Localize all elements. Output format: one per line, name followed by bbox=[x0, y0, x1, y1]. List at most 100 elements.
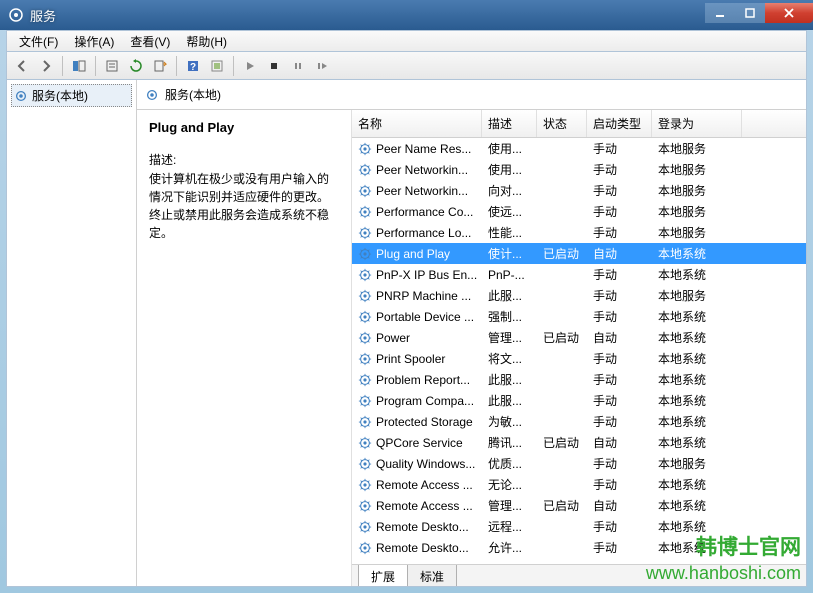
cell-desc: 管理... bbox=[482, 329, 537, 346]
cell-desc: 使计... bbox=[482, 245, 537, 262]
tab-standard[interactable]: 标准 bbox=[407, 565, 457, 586]
cell-desc: 将文... bbox=[482, 350, 537, 367]
restart-button[interactable] bbox=[311, 55, 333, 77]
table-row[interactable]: QPCore Service腾讯...已启动自动本地系统 bbox=[352, 432, 806, 453]
table-row[interactable]: Performance Co...使远...手动本地服务 bbox=[352, 201, 806, 222]
stop-button[interactable] bbox=[263, 55, 285, 77]
export-button[interactable] bbox=[149, 55, 171, 77]
table-row[interactable]: Problem Report...此服...手动本地系统 bbox=[352, 369, 806, 390]
window-title: 服务 bbox=[30, 6, 705, 25]
cell-startup: 手动 bbox=[587, 140, 652, 157]
cell-startup: 手动 bbox=[587, 539, 652, 556]
forward-button[interactable] bbox=[35, 55, 57, 77]
table-row[interactable]: Peer Networkin...使用...手动本地服务 bbox=[352, 159, 806, 180]
table-row[interactable]: PnP-X IP Bus En...PnP-...手动本地系统 bbox=[352, 264, 806, 285]
cell-logon: 本地服务 bbox=[652, 224, 742, 241]
col-logon[interactable]: 登录为 bbox=[652, 110, 742, 137]
cell-desc: 此服... bbox=[482, 371, 537, 388]
cell-desc: 允许... bbox=[482, 539, 537, 556]
service-icon bbox=[358, 310, 372, 324]
services-header-icon bbox=[145, 88, 159, 102]
cell-startup: 自动 bbox=[587, 329, 652, 346]
cell-startup: 手动 bbox=[587, 203, 652, 220]
table-row[interactable]: Peer Networkin...向对...手动本地服务 bbox=[352, 180, 806, 201]
table-row[interactable]: Peer Name Res...使用...手动本地服务 bbox=[352, 138, 806, 159]
cell-name: Quality Windows... bbox=[352, 457, 482, 471]
cell-logon: 本地系统 bbox=[652, 245, 742, 262]
cell-name: Remote Access ... bbox=[352, 478, 482, 492]
cell-name: Program Compa... bbox=[352, 394, 482, 408]
list-rows[interactable]: Peer Name Res...使用...手动本地服务Peer Networki… bbox=[352, 138, 806, 564]
menu-file[interactable]: 文件(F) bbox=[11, 30, 66, 53]
table-row[interactable]: Remote Access ...管理...已启动自动本地系统 bbox=[352, 495, 806, 516]
col-status[interactable]: 状态 bbox=[537, 110, 587, 137]
tab-extended[interactable]: 扩展 bbox=[358, 565, 408, 586]
filter-button[interactable] bbox=[206, 55, 228, 77]
col-name[interactable]: 名称 bbox=[352, 110, 482, 137]
table-row[interactable]: Plug and Play使计...已启动自动本地系统 bbox=[352, 243, 806, 264]
pause-button[interactable] bbox=[287, 55, 309, 77]
service-icon bbox=[358, 394, 372, 408]
desc-label: 描述: bbox=[149, 151, 339, 168]
table-row[interactable]: Print Spooler将文...手动本地系统 bbox=[352, 348, 806, 369]
refresh-button[interactable] bbox=[125, 55, 147, 77]
tree-root-label: 服务(本地) bbox=[32, 87, 88, 104]
cell-logon: 本地系统 bbox=[652, 539, 742, 556]
table-row[interactable]: Performance Lo...性能...手动本地服务 bbox=[352, 222, 806, 243]
col-startup[interactable]: 启动类型 bbox=[587, 110, 652, 137]
cell-logon: 本地系统 bbox=[652, 371, 742, 388]
table-row[interactable]: Remote Deskto...允许... 手动本地系统 bbox=[352, 537, 806, 558]
service-icon bbox=[358, 205, 372, 219]
table-row[interactable]: Quality Windows...优质...手动本地服务 bbox=[352, 453, 806, 474]
services-icon bbox=[8, 7, 24, 23]
service-icon bbox=[358, 499, 372, 513]
cell-desc: 使用... bbox=[482, 161, 537, 178]
cell-logon: 本地系统 bbox=[652, 308, 742, 325]
cell-startup: 手动 bbox=[587, 287, 652, 304]
help-button[interactable]: ? bbox=[182, 55, 204, 77]
properties-button[interactable] bbox=[101, 55, 123, 77]
table-row[interactable]: PNRP Machine ...此服...手动本地服务 bbox=[352, 285, 806, 306]
table-row[interactable]: Remote Access ...无论...手动本地系统 bbox=[352, 474, 806, 495]
table-row[interactable]: Program Compa...此服...手动本地系统 bbox=[352, 390, 806, 411]
cell-status: 已启动 bbox=[537, 245, 587, 262]
cell-logon: 本地系统 bbox=[652, 518, 742, 535]
table-row[interactable]: Power管理...已启动自动本地系统 bbox=[352, 327, 806, 348]
cell-startup: 手动 bbox=[587, 266, 652, 283]
close-button[interactable] bbox=[765, 3, 813, 23]
table-row[interactable]: Remote Deskto...远程...手动本地系统 bbox=[352, 516, 806, 537]
titlebar: 服务 bbox=[0, 0, 813, 30]
show-hide-tree-button[interactable] bbox=[68, 55, 90, 77]
cell-desc: 向对... bbox=[482, 182, 537, 199]
service-icon bbox=[358, 541, 372, 555]
svg-text:?: ? bbox=[190, 62, 196, 73]
table-row[interactable]: Protected Storage为敏...手动本地系统 bbox=[352, 411, 806, 432]
start-button[interactable] bbox=[239, 55, 261, 77]
cell-name: Remote Deskto... bbox=[352, 541, 482, 555]
cell-logon: 本地系统 bbox=[652, 476, 742, 493]
menubar: 文件(F) 操作(A) 查看(V) 帮助(H) bbox=[6, 30, 807, 52]
cell-status: 已启动 bbox=[537, 434, 587, 451]
tree-root[interactable]: 服务(本地) bbox=[11, 84, 132, 107]
cell-startup: 手动 bbox=[587, 224, 652, 241]
menu-help[interactable]: 帮助(H) bbox=[178, 30, 235, 53]
right-pane: 服务(本地) Plug and Play 描述: 使计算机在极少或没有用户输入的… bbox=[137, 80, 806, 586]
cell-status: 已启动 bbox=[537, 497, 587, 514]
service-icon bbox=[358, 268, 372, 282]
back-button[interactable] bbox=[11, 55, 33, 77]
cell-name: QPCore Service bbox=[352, 436, 482, 450]
menu-action[interactable]: 操作(A) bbox=[66, 30, 122, 53]
cell-startup: 手动 bbox=[587, 455, 652, 472]
col-desc[interactable]: 描述 bbox=[482, 110, 537, 137]
cell-logon: 本地服务 bbox=[652, 161, 742, 178]
minimize-button[interactable] bbox=[705, 3, 735, 23]
menu-view[interactable]: 查看(V) bbox=[122, 30, 178, 53]
table-row[interactable]: Portable Device ...强制...手动本地系统 bbox=[352, 306, 806, 327]
cell-startup: 自动 bbox=[587, 434, 652, 451]
maximize-button[interactable] bbox=[735, 3, 765, 23]
cell-name: Performance Lo... bbox=[352, 226, 482, 240]
service-icon bbox=[358, 436, 372, 450]
cell-startup: 手动 bbox=[587, 518, 652, 535]
cell-desc: 优质... bbox=[482, 455, 537, 472]
cell-logon: 本地系统 bbox=[652, 350, 742, 367]
